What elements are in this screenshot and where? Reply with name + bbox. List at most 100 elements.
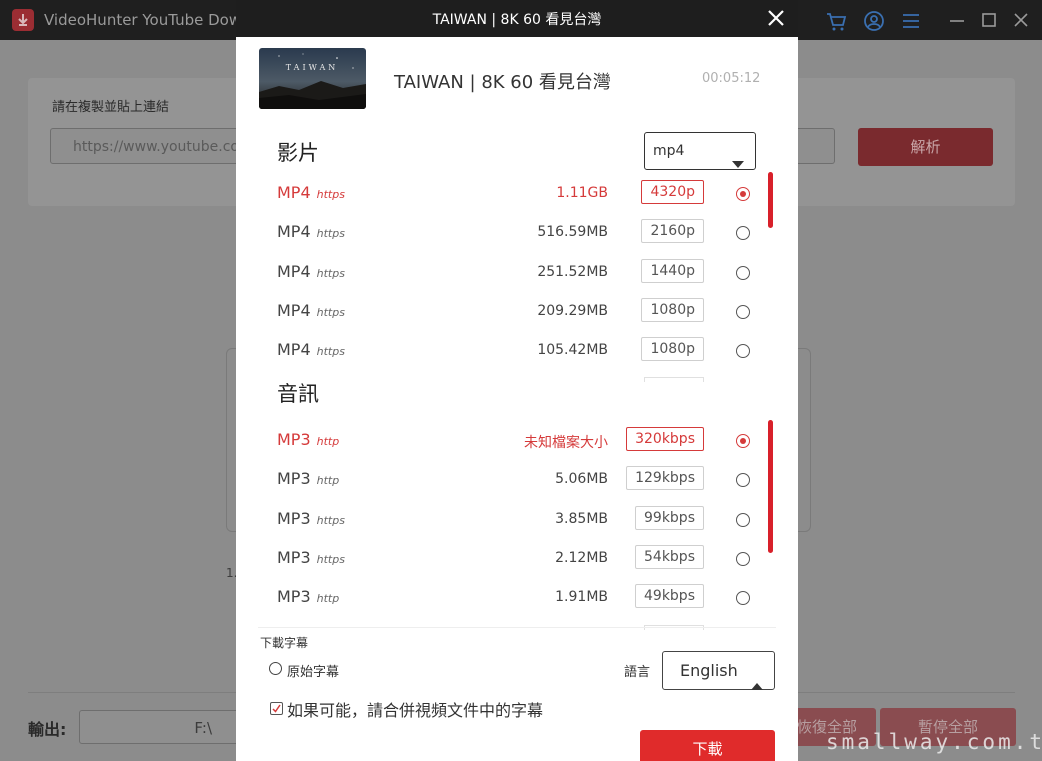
option-size: 516.59MB xyxy=(537,224,608,241)
option-format-label: MP4 xyxy=(277,222,311,242)
language-label: 語言 xyxy=(624,665,651,680)
option-format: MP3 http xyxy=(277,469,339,488)
original-subtitle-radio[interactable] xyxy=(269,662,282,675)
option-protocol: https xyxy=(316,305,345,319)
option-format: MP4 https xyxy=(277,340,345,359)
option-protocol: http xyxy=(316,474,340,488)
url-input-edge[interactable] xyxy=(797,128,835,164)
format-option-row[interactable]: MP3 http 未知檔案大小 320kbps xyxy=(236,423,798,459)
option-quality-badge: 49kbps xyxy=(635,584,704,609)
parse-button[interactable]: 解析 xyxy=(858,128,993,166)
option-format-label: MP3 xyxy=(277,430,311,449)
paste-label: 請在複製並貼上連結 xyxy=(52,100,170,115)
option-radio[interactable] xyxy=(736,551,750,566)
option-format-label: MP4 xyxy=(277,261,311,281)
video-section-title: 影片 xyxy=(277,141,319,165)
option-size: 未知檔案大小 xyxy=(524,435,608,451)
format-option-row[interactable]: MP4 https 105.42MB 1080p xyxy=(236,333,798,369)
subtitles-label: 下載字幕 xyxy=(260,636,309,650)
download-button[interactable]: 下載 xyxy=(640,730,775,761)
option-radio[interactable] xyxy=(736,434,750,448)
language-dropdown[interactable]: English xyxy=(662,651,775,690)
audio-list-scrollbar[interactable] xyxy=(768,420,773,553)
url-input[interactable]: https://www.youtube.com xyxy=(50,128,253,164)
account-icon[interactable] xyxy=(863,10,885,32)
option-size: 105.42MB xyxy=(537,342,608,359)
output-label: 輸出: xyxy=(28,720,67,739)
dialog-title: TAIWAN | 8K 60 看見台灣 xyxy=(432,12,602,28)
option-format: MP3 http xyxy=(277,587,339,606)
audio-section-title: 音訊 xyxy=(277,382,319,406)
option-protocol: https xyxy=(316,266,345,280)
merge-subtitles-option[interactable]: 如果可能，請合併視頻文件中的字幕 xyxy=(270,697,543,721)
option-radio[interactable] xyxy=(736,187,750,201)
option-format-label: MP3 xyxy=(277,587,311,607)
format-option-row[interactable]: MP3 http 5.06MB 129kbps xyxy=(236,462,798,498)
option-format: MP4 https xyxy=(277,222,345,241)
option-size: 2.12MB xyxy=(555,549,608,566)
option-size: 251.52MB xyxy=(537,263,608,280)
app-title: VideoHunter YouTube Downlo xyxy=(44,11,264,29)
thumbnail-text: TAIWAN xyxy=(286,63,338,72)
option-radio[interactable] xyxy=(736,473,750,488)
minimize-icon[interactable] xyxy=(946,10,968,32)
app-logo-icon xyxy=(12,9,34,31)
option-quality-badge: 4320p xyxy=(641,180,704,204)
format-option-row[interactable]: MP3 https 2.12MB 54kbps xyxy=(236,541,798,577)
video-title: TAIWAN | 8K 60 看見台灣 xyxy=(394,72,611,93)
option-size: 209.29MB xyxy=(537,302,608,319)
video-list-more xyxy=(644,377,704,382)
video-thumbnail: TAIWAN xyxy=(259,48,366,109)
format-option-row[interactable]: MP4 https 1.11GB 4320p xyxy=(236,176,798,212)
format-option-row[interactable]: MP3 http 1.91MB 49kbps xyxy=(236,580,798,616)
output-path-field[interactable]: F:\ xyxy=(79,710,239,744)
format-dropdown-value: mp4 xyxy=(653,143,685,159)
option-protocol: http xyxy=(316,435,340,448)
option-radio[interactable] xyxy=(736,512,750,527)
option-protocol: https xyxy=(316,227,345,241)
cart-icon[interactable] xyxy=(825,10,847,32)
format-option-row[interactable]: MP4 https 209.29MB 1080p xyxy=(236,294,798,330)
option-format: MP4 https xyxy=(277,301,345,320)
menu-icon[interactable] xyxy=(900,10,922,32)
format-option-row[interactable]: MP4 https 516.59MB 2160p xyxy=(236,215,798,251)
option-quality-badge: 1440p xyxy=(641,258,704,283)
video-list-scrollbar[interactable] xyxy=(768,172,773,228)
subtitle-divider xyxy=(258,627,776,628)
option-radio[interactable] xyxy=(736,344,750,359)
option-protocol: http xyxy=(316,592,340,606)
option-size: 5.06MB xyxy=(555,471,608,488)
option-radio[interactable] xyxy=(736,226,750,241)
option-quality-badge: 1080p xyxy=(641,337,704,362)
option-radio[interactable] xyxy=(736,304,750,319)
maximize-icon[interactable] xyxy=(978,10,1000,32)
option-size: 1.11GB xyxy=(556,185,608,201)
original-subtitle-label: 原始字幕 xyxy=(287,665,340,680)
option-format: MP3 https xyxy=(277,548,345,567)
option-format-label: MP3 xyxy=(277,547,311,567)
format-option-row[interactable]: MP4 https 251.52MB 1440p xyxy=(236,255,798,291)
option-quality-badge: 99kbps xyxy=(635,505,704,530)
format-dialog: TAIWAN | 8K 60 看見台灣 TAIWAN TAIWAN | 8K 6… xyxy=(236,0,798,761)
merge-subtitles-checkbox[interactable] xyxy=(270,702,283,715)
option-radio[interactable] xyxy=(736,265,750,280)
watermark: smallway.com.tw xyxy=(826,730,1042,754)
merge-subtitles-label: 如果可能，請合併視頻文件中的字幕 xyxy=(287,701,544,720)
window-close-icon[interactable] xyxy=(1010,10,1032,32)
option-format: MP4 https xyxy=(277,262,345,281)
option-format-label: MP3 xyxy=(277,469,311,489)
option-quality-badge: 2160p xyxy=(641,219,704,244)
option-quality-badge: 320kbps xyxy=(626,427,704,451)
option-size: 1.91MB xyxy=(555,589,608,606)
format-option-row[interactable]: MP3 https 3.85MB 99kbps xyxy=(236,502,798,538)
format-dropdown[interactable]: mp4 xyxy=(644,132,756,170)
option-quality-badge: 54kbps xyxy=(635,544,704,569)
option-radio[interactable] xyxy=(736,591,750,606)
original-subtitle-option[interactable]: 原始字幕 xyxy=(269,661,340,680)
video-duration: 00:05:12 xyxy=(702,71,761,86)
option-protocol: https xyxy=(316,188,345,201)
option-format-label: MP4 xyxy=(277,300,311,320)
option-format: MP4 https xyxy=(277,183,345,202)
option-format-label: MP4 xyxy=(277,340,311,360)
dialog-close-icon[interactable] xyxy=(766,8,786,28)
